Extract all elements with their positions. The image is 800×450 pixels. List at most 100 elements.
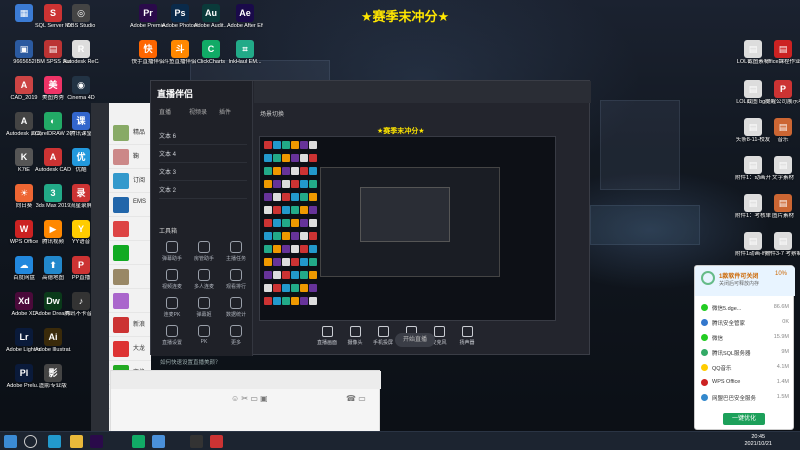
tool-button[interactable]: 更多 (221, 325, 251, 353)
process-name: 微信 (712, 336, 724, 342)
desktop-icon[interactable]: Au Adobe Audit... (193, 4, 229, 38)
app-icon: S (44, 4, 62, 22)
tool-label: 多人连麦 (193, 284, 214, 290)
process-row[interactable]: 微信 15.9M (701, 332, 789, 344)
bottom-tool[interactable]: 直播画面 (314, 326, 340, 346)
preview-icon (300, 141, 308, 149)
app-icon: A (44, 148, 62, 166)
qq-taskbar-icon[interactable] (152, 435, 165, 448)
tool-button[interactable]: 多人连麦 (189, 269, 219, 297)
app-icon (701, 379, 708, 386)
tool-button[interactable]: 弹幕姬 (189, 297, 219, 325)
app-icon (701, 349, 708, 356)
desktop-icon[interactable]: P提醒公司展示项目分享PPT (765, 80, 800, 114)
bottom-tool-label: 直播画面 (316, 340, 337, 346)
desktop-icon[interactable]: ⌗ InkHaul EM... (227, 40, 263, 74)
desktop-icon[interactable]: RAutodesk ReCap (63, 40, 99, 74)
tool-label: 弹幕助手 (161, 256, 182, 262)
process-row[interactable]: 微信5.dge... 86.6M (701, 302, 789, 314)
bottom-tool[interactable]: 摄像头 (342, 326, 368, 346)
preview-icon (300, 219, 308, 227)
premiere-icon[interactable] (90, 435, 103, 448)
desktop-icon[interactable]: ▤ 文字素材 (765, 156, 800, 190)
clock[interactable]: 20:45 2021/10/21 (744, 434, 772, 448)
tool-button[interactable]: PK (189, 325, 219, 353)
tab-plugin[interactable]: 插件 (219, 107, 231, 116)
app-icon: ▶ (44, 220, 62, 238)
process-row[interactable]: QQ音乐 4.1M (701, 362, 789, 374)
scene-item[interactable]: 文本 4 (159, 149, 247, 163)
app-icon: ▣ (15, 40, 33, 58)
desktop-icon-label: Adobe Audit... (193, 23, 229, 29)
app-icon: 影 (44, 364, 62, 382)
process-row[interactable]: 腾讯安全管家 0K (701, 317, 789, 329)
search-icon[interactable] (24, 435, 37, 448)
preview-icon (264, 193, 272, 201)
preview-icon (309, 258, 317, 266)
app-icon: ▤ (744, 232, 762, 250)
scene-switch-label: 场景切换 (260, 112, 285, 118)
preview-icon (300, 180, 308, 188)
bottom-tool[interactable]: 手机投屏 (370, 326, 396, 346)
scene-item[interactable]: 文本 3 (159, 167, 247, 181)
desktop-icon[interactable]: Pr Adobe Premie... (130, 4, 166, 38)
start-icon[interactable] (4, 435, 17, 448)
desktop-icon[interactable]: 影图影专业版 (35, 364, 71, 398)
tool-button[interactable]: 主播任务 (221, 241, 251, 269)
tool-button[interactable]: 视频连麦 (157, 269, 187, 297)
optimize-button[interactable]: 一键优化 (723, 413, 765, 425)
desktop-icon[interactable]: Ai Adobe Illustrat... (35, 328, 71, 362)
tool-button[interactable]: 观看排行 (221, 269, 251, 297)
tool-button[interactable]: 房管助手 (189, 241, 219, 269)
call-icon[interactable]: ☎ ▭ (346, 394, 366, 403)
desktop-icon[interactable]: AeAdobe After Effects CC ... (227, 4, 263, 38)
desktop-icon[interactable]: ◎ OBS Studio (63, 4, 99, 38)
emoji-icon[interactable]: ☺ ✂ ▭ ▣ (231, 394, 268, 403)
app-taskbar-icon[interactable] (210, 435, 223, 448)
tool-button[interactable]: 直播设置 (157, 325, 187, 353)
start-live-button[interactable]: 开始直播 (395, 333, 435, 347)
tool-button[interactable]: 连麦PK (157, 297, 187, 325)
app-icon: ⌗ (236, 40, 254, 58)
contact-name: 新浪 (133, 322, 146, 328)
scene-item[interactable]: 文本 2 (159, 185, 247, 199)
tool-button[interactable]: 数据统计 (221, 297, 251, 325)
process-row[interactable]: WPS Office 1.4M (701, 377, 789, 389)
process-row[interactable]: 腾讯SQL服务器 9M (701, 347, 789, 359)
tool-label: 弹幕姬 (196, 312, 212, 318)
preview-icon (300, 284, 308, 292)
preview-icon (291, 271, 299, 279)
desktop-icon[interactable]: ▤ 音乐 (765, 118, 800, 152)
tool-label: 房管助手 (193, 256, 214, 262)
desktop-icon-label: Adobe After Effects CC ... (227, 23, 263, 29)
tool-label: 连麦PK (163, 312, 181, 318)
preview-icon (273, 180, 281, 188)
stream-preview[interactable] (259, 136, 556, 321)
preview-icon (309, 297, 317, 305)
desktop-icon[interactable]: ▤附件3-7 考察制作学... (765, 232, 800, 266)
desktop-icon[interactable]: ▤ 图片素材 (765, 194, 800, 228)
folder-icon[interactable] (70, 435, 83, 448)
scene-item[interactable]: 文本 6 (159, 131, 247, 145)
preview-icon (291, 154, 299, 162)
app-icon: ▤ (774, 118, 792, 136)
preview-banner-text: ★赛季末冲分★ (377, 128, 425, 135)
tab-live[interactable]: 直播 (159, 107, 171, 116)
app-icon: 斗 (171, 40, 189, 58)
desktop-icon[interactable]: C ClickCharts (193, 40, 229, 74)
edge-icon[interactable] (48, 435, 61, 448)
desktop-icon-label: 文字素材 (771, 175, 794, 181)
live-taskbar-icon[interactable] (190, 435, 203, 448)
tool-icon (198, 325, 210, 337)
tool-button[interactable]: 弹幕助手 (157, 241, 187, 269)
process-row[interactable]: 网盟巴巴安全服务 1.5M (701, 392, 789, 404)
preview-icon (282, 206, 290, 214)
app-icon: ♪ (72, 292, 90, 310)
desktop-icon[interactable]: 快快手直播伴侣 (130, 40, 166, 74)
wechat-taskbar-icon[interactable] (132, 435, 145, 448)
footer-hint: 如何快速设置直播美颜？ (160, 360, 221, 366)
bottom-tool[interactable]: 扬声器 (454, 326, 480, 346)
preview-icon (291, 232, 299, 240)
desktop-icon[interactable]: ▤ office課程作业 (765, 40, 800, 74)
tab-video[interactable]: 视频录 (189, 107, 207, 116)
